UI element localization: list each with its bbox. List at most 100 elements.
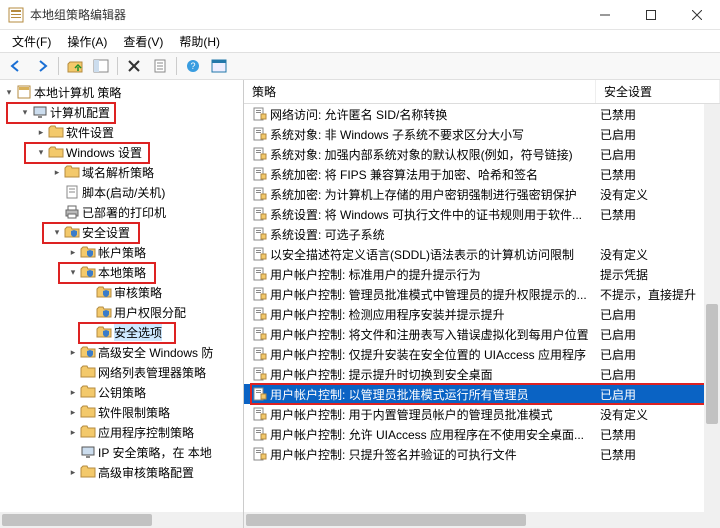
tree-label: 应用程序控制策略 xyxy=(98,424,194,441)
tree-ip-sec[interactable]: IP 安全策略，在 本地 xyxy=(0,442,243,462)
delete-button[interactable] xyxy=(122,55,146,77)
tree-adv-audit[interactable]: ▸高级审核策略配置 xyxy=(0,462,243,482)
tree-security-settings[interactable]: ▾安全设置 xyxy=(0,222,243,242)
tree-dns-policy-icon xyxy=(64,164,80,180)
tree-account-policies-icon xyxy=(80,244,96,260)
show-hide-button[interactable] xyxy=(89,55,113,77)
policy-row[interactable]: 用户帐户控制: 允许 UIAccess 应用程序在不使用安全桌面...已禁用 xyxy=(244,424,720,444)
policy-row[interactable]: 用户帐户控制: 管理员批准模式中管理员的提升权限提示的...不提示，直接提升 xyxy=(244,284,720,304)
policy-row[interactable]: 用户帐户控制: 只提升签名并验证的可执行文件已禁用 xyxy=(244,444,720,464)
tree-adv-windows-icon xyxy=(80,344,96,360)
tree-root[interactable]: ▾本地计算机 策略 xyxy=(0,82,243,102)
forward-button[interactable] xyxy=(30,55,54,77)
tree-nlm[interactable]: 网络列表管理器策略 xyxy=(0,362,243,382)
expand-icon[interactable]: ▸ xyxy=(66,245,80,259)
tree-label: 公钥策略 xyxy=(98,384,146,401)
policy-setting: 已启用 xyxy=(596,366,720,383)
policy-row[interactable]: 系统对象: 加强内部系统对象的默认权限(例如，符号链接)已启用 xyxy=(244,144,720,164)
policy-row[interactable]: 系统设置: 将 Windows 可执行文件中的证书规则用于软件...已禁用 xyxy=(244,204,720,224)
policy-row[interactable]: 系统加密: 为计算机上存储的用户密钥强制进行强密钥保护没有定义 xyxy=(244,184,720,204)
tree-public-key-icon xyxy=(80,384,96,400)
expand-icon[interactable]: ▾ xyxy=(50,225,64,239)
policy-row[interactable]: 系统对象: 非 Windows 子系统不要求区分大小写已启用 xyxy=(244,124,720,144)
tree-user-rights[interactable]: 用户权限分配 xyxy=(0,302,243,322)
menu-action[interactable]: 操作(A) xyxy=(59,31,115,52)
tree-security-options[interactable]: 安全选项 xyxy=(0,322,243,342)
tree-pane[interactable]: ▾本地计算机 策略▾计算机配置▸软件设置▾Windows 设置 ▸ 域名解析策略脚本… xyxy=(0,80,244,528)
expand-icon[interactable]: ▸ xyxy=(66,345,80,359)
tree-audit-policy[interactable]: 审核策略 xyxy=(0,282,243,302)
policy-row[interactable]: 网络访问: 允许匿名 SID/名称转换已禁用 xyxy=(244,104,720,124)
tree-software-restrict-icon xyxy=(80,404,96,420)
expand-icon[interactable]: ▸ xyxy=(66,465,80,479)
tree-local-policies[interactable]: ▾本地策略 xyxy=(0,262,243,282)
column-setting[interactable]: 安全设置 xyxy=(596,80,720,103)
policy-row[interactable]: 系统加密: 将 FIPS 兼容算法用于加密、哈希和签名已禁用 xyxy=(244,164,720,184)
tree-computer-config[interactable]: ▾计算机配置 xyxy=(0,102,243,122)
expand-icon[interactable]: ▾ xyxy=(18,105,32,119)
tree-scrollbar-h[interactable] xyxy=(0,512,243,528)
tree-printers[interactable]: 已部署的打印机 xyxy=(0,202,243,222)
policy-row[interactable]: 用户帐户控制: 仅提升安装在安全位置的 UIAccess 应用程序已启用 xyxy=(244,344,720,364)
expand-icon[interactable]: ▸ xyxy=(50,165,64,179)
tree-windows-settings[interactable]: ▾Windows 设置 xyxy=(0,142,243,162)
policy-icon xyxy=(252,446,268,462)
expand-icon[interactable]: ▸ xyxy=(34,125,48,139)
list-scrollbar-h[interactable] xyxy=(244,512,720,528)
policy-row[interactable]: 用户帐户控制: 检测应用程序安装并提示提升已启用 xyxy=(244,304,720,324)
tree-label: 域名解析策略 xyxy=(82,164,154,181)
properties-button[interactable] xyxy=(148,55,172,77)
tree-software-icon xyxy=(48,124,64,140)
refresh-button[interactable] xyxy=(207,55,231,77)
tree-public-key[interactable]: ▸ 公钥策略 xyxy=(0,382,243,402)
policy-name: 用户帐户控制: 管理员批准模式中管理员的提升权限提示的... xyxy=(270,286,596,303)
tree-software[interactable]: ▸软件设置 xyxy=(0,122,243,142)
policy-setting: 已禁用 xyxy=(596,166,720,183)
expand-icon[interactable]: ▾ xyxy=(2,85,16,99)
list-pane[interactable]: 策略 安全设置 网络访问: 允许匿名 SID/名称转换已禁用系统对象: 非 Wi… xyxy=(244,80,720,528)
tree-account-policies[interactable]: ▸帐户策略 xyxy=(0,242,243,262)
policy-row[interactable]: 系统设置: 可选子系统 xyxy=(244,224,720,244)
tree-app-control[interactable]: ▸ 应用程序控制策略 xyxy=(0,422,243,442)
close-button[interactable] xyxy=(674,0,720,30)
minimize-button[interactable] xyxy=(582,0,628,30)
menu-file[interactable]: 文件(F) xyxy=(4,31,59,52)
policy-icon xyxy=(252,266,268,282)
expand-icon[interactable]: ▾ xyxy=(34,145,48,159)
expand-icon[interactable]: ▸ xyxy=(66,405,80,419)
list-scrollbar-v[interactable] xyxy=(704,104,720,528)
policy-row[interactable]: 以安全描述符定义语言(SDDL)语法表示的计算机访问限制没有定义 xyxy=(244,244,720,264)
maximize-button[interactable] xyxy=(628,0,674,30)
policy-row[interactable]: 用户帐户控制: 用于内置管理员帐户的管理员批准模式没有定义 xyxy=(244,404,720,424)
policy-row[interactable]: 用户帐户控制: 标准用户的提升提示行为提示凭据 xyxy=(244,264,720,284)
tree-scripts-icon xyxy=(64,184,80,200)
policy-row[interactable]: 用户帐户控制: 以管理员批准模式运行所有管理员已启用 xyxy=(244,384,720,404)
policy-name: 系统设置: 将 Windows 可执行文件中的证书规则用于软件... xyxy=(270,206,596,223)
help-button[interactable]: ? xyxy=(181,55,205,77)
tree-dns-policy[interactable]: ▸ 域名解析策略 xyxy=(0,162,243,182)
tree-scripts[interactable]: 脚本(启动/关机) xyxy=(0,182,243,202)
policy-name: 系统对象: 非 Windows 子系统不要求区分大小写 xyxy=(270,126,596,143)
policy-name: 用户帐户控制: 将文件和注册表写入错误虚拟化到每用户位置 xyxy=(270,326,596,343)
tree-label: 高级安全 Windows 防 xyxy=(98,344,213,361)
menu-help[interactable]: 帮助(H) xyxy=(171,31,228,52)
toolbar-separator xyxy=(176,57,177,75)
menu-view[interactable]: 查看(V) xyxy=(115,31,171,52)
expand-icon[interactable]: ▾ xyxy=(66,265,80,279)
back-button[interactable] xyxy=(4,55,28,77)
tree-user-rights-icon xyxy=(96,304,112,320)
policy-name: 网络访问: 允许匿名 SID/名称转换 xyxy=(270,106,596,123)
tree-adv-windows[interactable]: ▸ 高级安全 Windows 防 xyxy=(0,342,243,362)
expand-icon[interactable]: ▸ xyxy=(66,385,80,399)
up-button[interactable] xyxy=(63,55,87,77)
policy-setting: 已启用 xyxy=(596,346,720,363)
expand-icon[interactable]: ▸ xyxy=(66,425,80,439)
tree-app-control-icon xyxy=(80,424,96,440)
tree-software-restrict[interactable]: ▸软件限制策略 xyxy=(0,402,243,422)
column-policy[interactable]: 策略 xyxy=(244,80,596,103)
expand-icon xyxy=(50,185,64,199)
policy-setting: 没有定义 xyxy=(596,246,720,263)
policy-name: 系统加密: 将 FIPS 兼容算法用于加密、哈希和签名 xyxy=(270,166,596,183)
policy-row[interactable]: 用户帐户控制: 提示提升时切换到安全桌面已启用 xyxy=(244,364,720,384)
policy-row[interactable]: 用户帐户控制: 将文件和注册表写入错误虚拟化到每用户位置已启用 xyxy=(244,324,720,344)
